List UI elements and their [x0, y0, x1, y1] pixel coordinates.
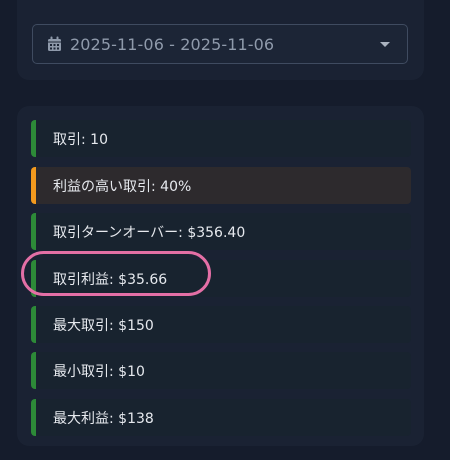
- stat-max-profit: 最大利益: $138: [31, 399, 411, 436]
- stat-min-trade: 最小取引: $10: [31, 352, 411, 389]
- date-range-value: 2025-11-06 - 2025-11-06: [70, 34, 275, 54]
- stat-turnover: 取引ターンオーバー: $356.40: [31, 213, 411, 250]
- date-filter-panel: 2025-11-06 - 2025-11-06: [17, 0, 424, 80]
- stat-profitable-trades: 利益の高い取引: 40%: [31, 167, 411, 204]
- stat-label: 利益の高い取引: 40%: [53, 178, 192, 195]
- stat-trades: 取引: 10: [31, 120, 411, 157]
- stat-profit: 取引利益: $35.66: [31, 260, 411, 297]
- trade-stats-panel: 取引: 10 利益の高い取引: 40% 取引ターンオーバー: $356.40 取…: [17, 106, 424, 446]
- stat-label: 最大取引: $150: [53, 317, 154, 334]
- stat-label: 最小取引: $10: [53, 363, 145, 380]
- stat-label: 最大利益: $138: [53, 410, 154, 427]
- calendar-icon: [47, 36, 62, 52]
- stat-max-trade: 最大取引: $150: [31, 306, 411, 343]
- date-range-picker[interactable]: 2025-11-06 - 2025-11-06: [32, 24, 408, 64]
- stat-label: 取引ターンオーバー: $356.40: [53, 224, 246, 241]
- stat-label: 取引利益: $35.66: [53, 271, 168, 288]
- chevron-down-icon[interactable]: [380, 42, 390, 47]
- stat-label: 取引: 10: [53, 131, 108, 148]
